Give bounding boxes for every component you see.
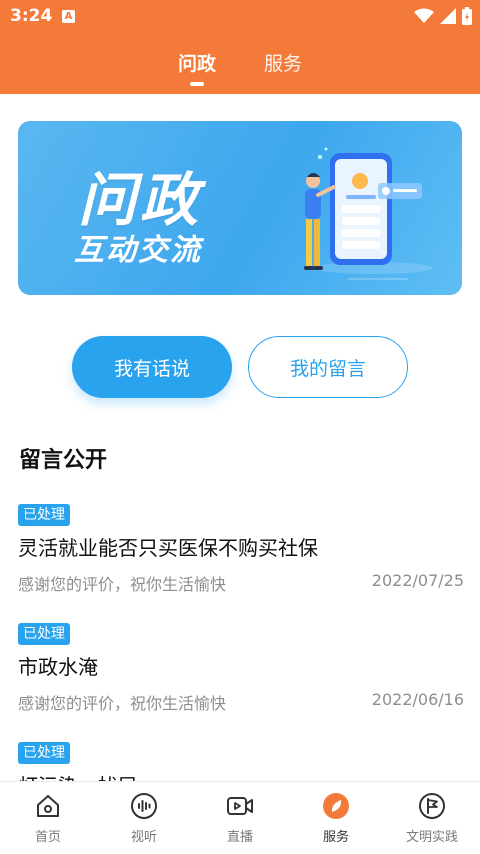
banner-subtitle: 互动交流 <box>74 233 202 268</box>
status-badge: 已处理 <box>18 623 70 645</box>
top-tab-bar: 问政 服务 <box>0 34 480 94</box>
message-date: 2022/07/25 <box>371 571 464 590</box>
my-messages-button[interactable]: 我的留言 <box>248 336 408 398</box>
banner-illustration <box>304 147 433 280</box>
active-tab-indicator <box>190 82 204 86</box>
status-badge: 已处理 <box>18 742 70 764</box>
status-bar: 3:24 A <box>0 0 480 34</box>
audio-wave-icon <box>131 793 157 819</box>
signal-icon <box>440 8 456 24</box>
tabbar-label: 首页 <box>34 830 61 845</box>
tabbar-label: 文明实践 <box>405 830 458 845</box>
tabbar-item-home[interactable]: 首页 <box>0 782 96 854</box>
message-date: 2022/06/16 <box>371 690 464 709</box>
status-badge: 已处理 <box>18 504 70 526</box>
message-reply: 感谢您的评价，祝你生活愉快 <box>18 694 227 713</box>
message-item[interactable]: 已处理 灵活就业能否只买医保不购买社保 感谢您的评价，祝你生活愉快 2022/0… <box>18 504 464 595</box>
banner[interactable]: 问政 互动交流 <box>18 121 462 295</box>
tabbar-label: 服务 <box>322 830 349 845</box>
tabbar-item-live[interactable]: 直播 <box>192 782 288 854</box>
message-item[interactable]: 已处理 市政水淹 感谢您的评价，祝你生活愉快 2022/06/16 <box>18 623 464 714</box>
section-title: 留言公开 <box>19 448 108 473</box>
wifi-icon <box>414 8 434 23</box>
message-title: 市政水淹 <box>18 655 98 679</box>
compass-leaf-icon <box>323 793 349 819</box>
message-reply: 感谢您的评价，祝你生活愉快 <box>18 575 227 594</box>
speak-button[interactable]: 我有话说 <box>72 336 232 398</box>
bottom-tab-bar: 首页 视听 直播 服务 文明实践 <box>0 781 480 853</box>
tab-fuwu[interactable]: 服务 <box>264 49 302 76</box>
tabbar-item-audio[interactable]: 视听 <box>96 782 192 854</box>
tabbar-label: 视听 <box>130 830 157 845</box>
status-time: 3:24 <box>10 6 53 26</box>
tab-wenzheng[interactable]: 问政 <box>178 49 216 76</box>
tabbar-item-civilization[interactable]: 文明实践 <box>384 782 480 854</box>
tabbar-label: 直播 <box>226 830 253 845</box>
flag-circle-icon <box>419 793 445 819</box>
status-icons <box>414 7 472 25</box>
battery-icon <box>462 7 472 25</box>
notification-icon: A <box>62 10 75 23</box>
tabbar-item-service[interactable]: 服务 <box>288 782 384 854</box>
live-video-icon <box>227 797 253 815</box>
home-icon <box>37 795 59 817</box>
message-title: 灵活就业能否只买医保不购买社保 <box>18 536 318 560</box>
